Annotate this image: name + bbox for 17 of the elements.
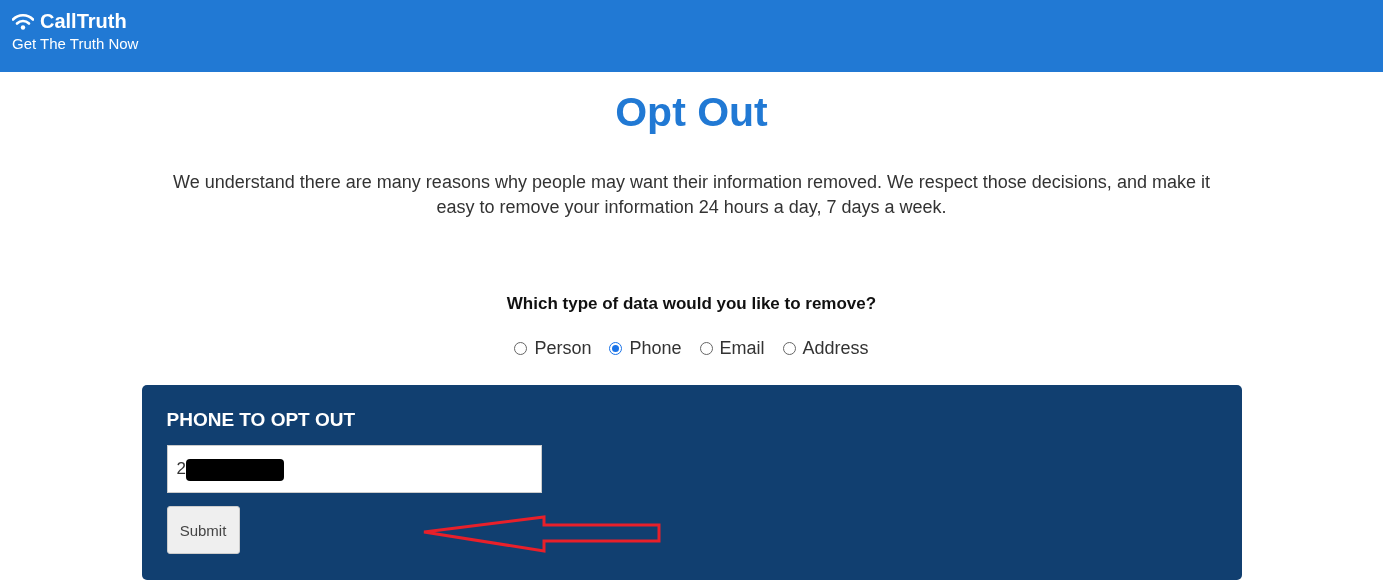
radio-label[interactable]: Phone: [629, 338, 682, 359]
radio-button[interactable]: [609, 342, 623, 355]
submit-button[interactable]: Submit: [166, 506, 240, 554]
question-label: Which type of data would you like to remove?: [505, 294, 878, 314]
phone-input[interactable]: 2: [166, 445, 542, 493]
page-title: Opt Out: [614, 88, 769, 136]
radio-label[interactable]: Person: [534, 338, 592, 359]
radio-button[interactable]: [699, 342, 713, 355]
brand-name[interactable]: CallTruth: [40, 10, 127, 33]
radio-button[interactable]: [514, 342, 528, 355]
radio-button[interactable]: [782, 342, 796, 355]
radio-label[interactable]: Email: [719, 338, 765, 359]
tagline: Get The Truth Now: [12, 35, 140, 52]
wifi-icon: [12, 13, 34, 30]
panel-heading: PHONE TO OPT OUT: [166, 409, 357, 431]
radio-label[interactable]: Address: [802, 338, 869, 359]
intro-paragraph: We understand there are many reasons why people may want their information removed. We respect those decisions, and make it easy to remove your information 24 hours a day, 7 days a week.: [172, 171, 1211, 219]
